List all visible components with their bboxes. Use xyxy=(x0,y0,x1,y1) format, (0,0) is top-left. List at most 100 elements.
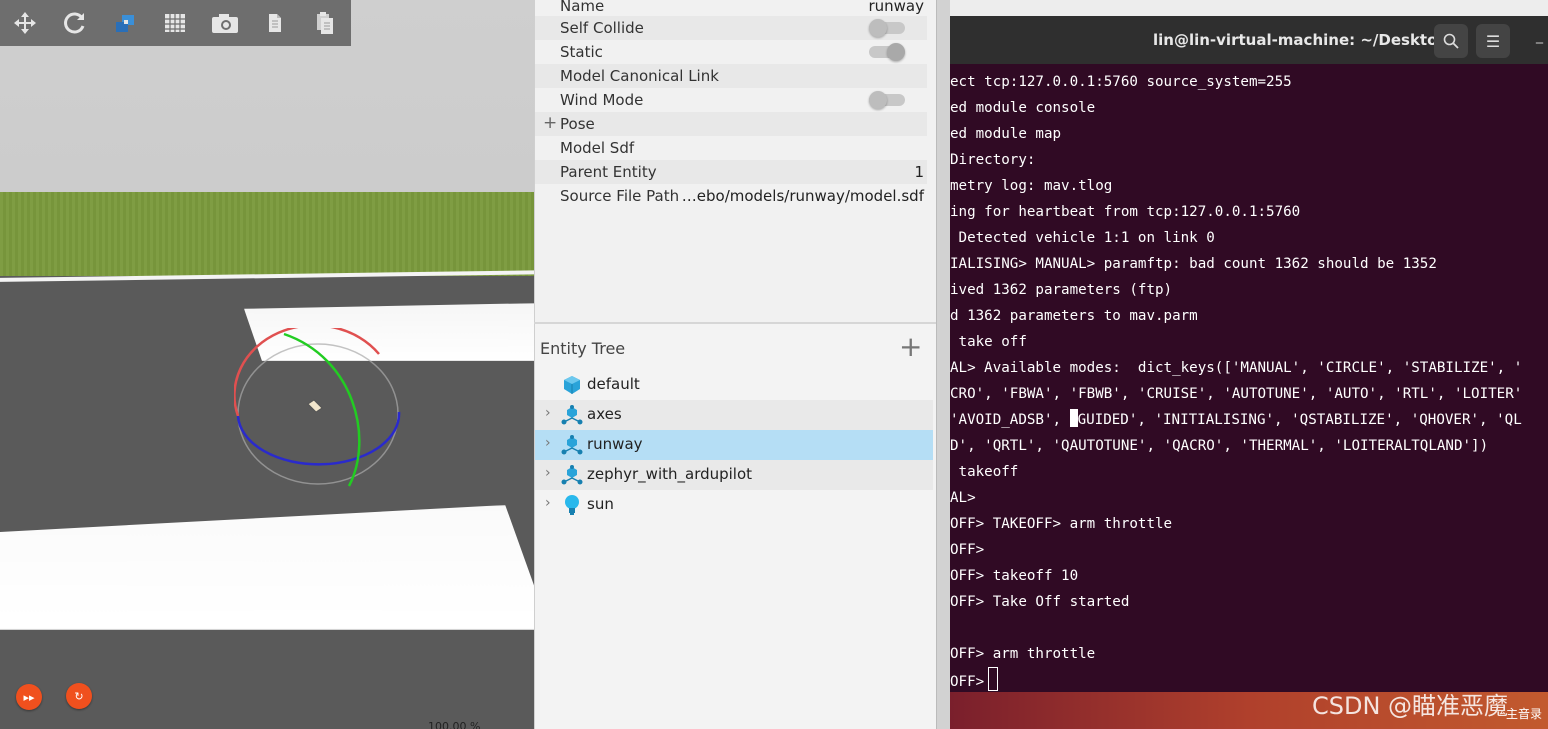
terminal-line: OFF> TAKEOFF> arm throttle xyxy=(950,516,1173,532)
model-icon xyxy=(561,435,583,455)
terminal-line: OFF> xyxy=(950,542,985,558)
prop-model-sdf: Model Sdf xyxy=(535,136,927,160)
prop-value: …ebo/models/runway/model.sdf xyxy=(681,187,924,205)
prop-label: Wind Mode xyxy=(560,91,644,109)
prop-label: Name xyxy=(560,0,605,15)
prop-wind-mode: Wind Mode xyxy=(535,88,927,112)
terminal-line: Directory: xyxy=(950,152,1036,168)
prop-label: Model Canonical Link xyxy=(560,67,719,85)
tray-label: 主音录 xyxy=(1506,707,1543,721)
hamburger-menu-icon[interactable]: ☰ xyxy=(1476,24,1510,58)
terminal-titlebar[interactable]: lin@lin-virtual-machine: ~/Desktop ☰ _ xyxy=(950,16,1548,64)
terminal-line: AL> xyxy=(950,490,976,506)
prop-value[interactable]: runway xyxy=(868,0,924,15)
terminal-line: metry log: mav.tlog xyxy=(950,178,1113,194)
terminal-line: Detected vehicle 1:1 on link 0 xyxy=(950,230,1215,246)
terminal-line: ed module map xyxy=(950,126,1062,142)
entity-tree-title: Entity Tree xyxy=(540,339,626,358)
prop-label: Parent Entity xyxy=(560,163,657,181)
desktop-top-bar xyxy=(950,0,1548,16)
terminal-line: OFF> Take Off started xyxy=(950,594,1130,610)
terminal-cursor xyxy=(988,667,999,691)
search-icon[interactable] xyxy=(1434,24,1468,58)
terminal-line: take off xyxy=(950,334,1027,350)
terminal-output[interactable]: ect tcp:127.0.0.1:5760 source_system=255… xyxy=(950,68,1548,708)
terminal-title: lin@lin-virtual-machine: ~/Desktop xyxy=(1153,31,1449,49)
panel-scrollbar[interactable] xyxy=(936,0,951,729)
prop-canonical-link: Model Canonical Link xyxy=(535,64,927,88)
real-time-factor: 100.00 % xyxy=(428,720,481,729)
rotation-gizmo[interactable] xyxy=(234,328,404,493)
chevron-right-icon[interactable]: › xyxy=(545,435,551,451)
chevron-right-icon[interactable]: › xyxy=(545,495,551,511)
terminal-text: 'AVOID_ADSB', xyxy=(950,412,1070,428)
minimize-button[interactable]: _ xyxy=(1536,28,1543,44)
tree-item-label: sun xyxy=(587,495,614,513)
tree-item-label: runway xyxy=(587,435,643,453)
prop-self-collide: Self Collide xyxy=(535,16,927,40)
rotate-icon[interactable] xyxy=(50,0,100,46)
terminal-line: IALISING> MANUAL> paramftp: bad count 13… xyxy=(950,256,1437,272)
static-toggle[interactable] xyxy=(869,43,905,61)
wind-mode-toggle[interactable] xyxy=(869,91,905,109)
tree-item-label: axes xyxy=(587,405,622,423)
terminal-line: ing for heartbeat from tcp:127.0.0.1:576… xyxy=(950,204,1301,220)
tree-item-axes[interactable]: › axes xyxy=(535,400,933,430)
tree-item-label: zephyr_with_ardupilot xyxy=(587,465,753,483)
prop-label: Pose xyxy=(560,115,595,133)
copy-icon[interactable] xyxy=(250,0,300,46)
terminal-line: AL> Available modes: dict_keys(['MANUAL'… xyxy=(950,360,1523,376)
model-icon xyxy=(561,465,583,485)
scene-viewport[interactable]: ▸▸ ↻ 100.00 % xyxy=(0,0,534,729)
tree-item-default[interactable]: default xyxy=(535,370,933,400)
self-collide-toggle[interactable] xyxy=(869,19,905,37)
terminal-line: d 1362 parameters to mav.parm xyxy=(950,308,1198,324)
terminal-prompt-line[interactable]: OFF> xyxy=(950,667,999,693)
prop-label: Static xyxy=(560,43,603,61)
chevron-right-icon[interactable]: › xyxy=(545,405,551,421)
prop-value: 1 xyxy=(914,163,924,181)
prop-static: Static xyxy=(535,40,927,64)
terminal-text: GUIDED', 'INITIALISING', 'QSTABILIZE', '… xyxy=(1077,412,1522,428)
prop-label: Model Sdf xyxy=(560,139,635,157)
tree-item-runway[interactable]: › runway xyxy=(535,430,933,460)
prop-source-file: Source File Path …ebo/models/runway/mode… xyxy=(535,184,927,208)
tree-item-zephyr[interactable]: › zephyr_with_ardupilot xyxy=(535,460,933,490)
terminal-line: ived 1362 parameters (ftp) xyxy=(950,282,1173,298)
terminal-line: D', 'QRTL', 'QAUTOTUNE', 'QACRO', 'THERM… xyxy=(950,438,1489,454)
world-cube-icon xyxy=(564,376,580,394)
terminal-line: ect tcp:127.0.0.1:5760 source_system=255 xyxy=(950,74,1292,90)
entity-tree-panel: Entity Tree + default › axes › runway › … xyxy=(534,324,937,729)
terminal-window[interactable]: lin@lin-virtual-machine: ~/Desktop ☰ _ e… xyxy=(950,16,1548,729)
component-inspector: Name runway Self Collide Static Model Ca… xyxy=(534,0,937,322)
chevron-right-icon[interactable]: › xyxy=(545,465,551,481)
tree-item-sun[interactable]: › sun xyxy=(535,490,933,520)
watermark: CSDN @瞄准恶魔 xyxy=(1312,692,1509,720)
paste-icon[interactable] xyxy=(300,0,350,46)
expand-icon[interactable]: + xyxy=(543,113,557,133)
prop-pose[interactable]: + Pose xyxy=(535,112,927,136)
prop-label: Source File Path xyxy=(560,187,680,205)
grass-ground xyxy=(0,192,534,284)
add-entity-button[interactable]: + xyxy=(899,332,922,362)
terminal-line: takeoff xyxy=(950,464,1019,480)
camera-icon[interactable] xyxy=(200,0,250,46)
terminal-prompt: OFF> xyxy=(950,674,985,690)
terminal-line: 'AVOID_ADSB', GUIDED', 'INITIALISING', '… xyxy=(950,407,1522,433)
tree-item-label: default xyxy=(587,375,640,393)
terminal-line: OFF> arm throttle xyxy=(950,646,1096,662)
terminal-line: OFF> takeoff 10 xyxy=(950,568,1079,584)
model-icon[interactable] xyxy=(100,0,150,46)
light-bulb-icon xyxy=(565,495,579,515)
grid-icon[interactable] xyxy=(150,0,200,46)
scene-toolbar xyxy=(0,0,351,46)
reset-button[interactable]: ↻ xyxy=(66,683,92,709)
text-caret xyxy=(1069,409,1078,427)
play-button[interactable]: ▸▸ xyxy=(16,684,42,710)
move-icon[interactable] xyxy=(0,0,50,46)
terminal-line: CRO', 'FBWA', 'FBWB', 'CRUISE', 'AUTOTUN… xyxy=(950,386,1523,402)
terminal-line: ed module console xyxy=(950,100,1096,116)
prop-label: Self Collide xyxy=(560,19,644,37)
prop-parent-entity: Parent Entity 1 xyxy=(535,160,927,184)
model-icon xyxy=(561,405,583,425)
